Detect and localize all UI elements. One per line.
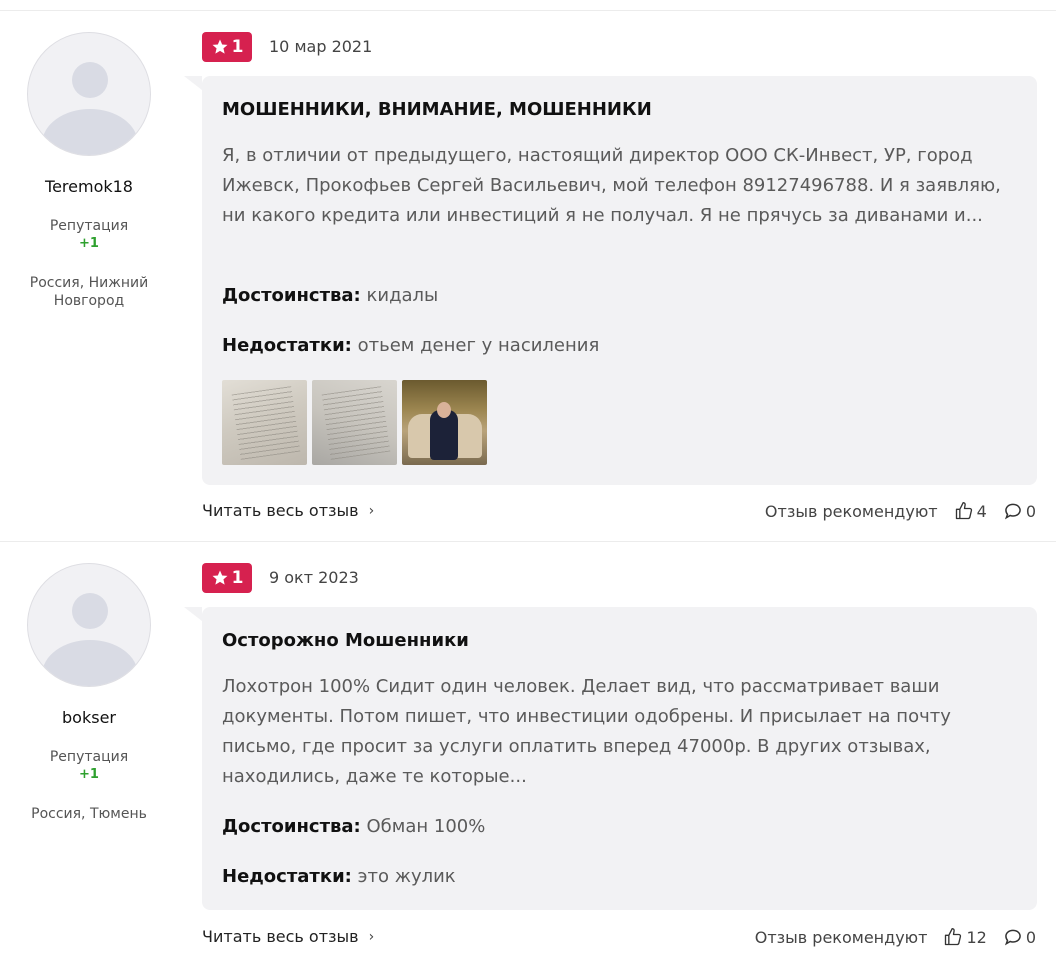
photo-gallery [222, 380, 487, 465]
pros-value: Обман 100% [366, 816, 486, 837]
review-cons: Недостатки: это жулик [222, 866, 456, 887]
read-more-label: Читать весь отзыв [202, 501, 359, 520]
recommend-label: Отзыв рекомендуют [754, 927, 928, 947]
review-divider [0, 541, 1056, 542]
cons-label: Недостатки: [222, 866, 352, 887]
comment-count: 0 [1025, 501, 1036, 521]
user-location: Россия, Тюмень [31, 806, 147, 822]
reputation-value: +1 [79, 767, 99, 782]
chevron-right-icon: › [368, 502, 375, 519]
review-date: 10 мар 2021 [269, 37, 373, 56]
review-cons: Недостатки: отьем денег у насиления [222, 335, 599, 356]
pros-label: Достоинства: [222, 816, 361, 837]
user-location: Россия, Нижний Новгород [29, 275, 149, 309]
rating-badge: 1 [202, 32, 252, 62]
reputation-value: +1 [79, 236, 99, 251]
read-more-label: Читать весь отзыв [202, 927, 359, 946]
recommend-label: Отзыв рекомендуют [764, 501, 938, 521]
rating-badge: 1 [202, 563, 252, 593]
avatar[interactable] [27, 32, 151, 156]
username[interactable]: Teremok18 [0, 177, 178, 196]
comment-icon [1004, 929, 1021, 946]
review-stats: Отзыв рекомендуют 12 0 [755, 927, 1036, 947]
review-text: Я, в отличии от предыдущего, настоящий д… [222, 145, 1001, 226]
read-full-review-link[interactable]: Читать весь отзыв › [202, 927, 374, 946]
photo-thumbnail[interactable] [222, 380, 307, 465]
review-title[interactable]: МОШЕННИКИ, ВНИМАНИЕ, МОШЕННИКИ [222, 99, 652, 120]
like-button[interactable]: 12 [943, 927, 987, 947]
reputation-label: Репутация [49, 218, 129, 234]
reputation-label: Репутация [49, 749, 129, 765]
username[interactable]: bokser [0, 708, 178, 727]
review-pros: Достоинства: Обман 100% [222, 816, 485, 837]
review-pros: Достоинства: кидалы [222, 285, 438, 306]
cons-value: отьем денег у насиления [357, 335, 600, 356]
photo-thumbnail[interactable] [312, 380, 397, 465]
like-button[interactable]: 4 [954, 501, 987, 521]
like-count: 12 [966, 927, 987, 947]
review-card: bokser Репутация +1 Россия, Тюмень 1 9 о… [0, 563, 1056, 963]
top-divider [0, 10, 1056, 11]
star-icon [212, 39, 228, 54]
comment-button[interactable]: 0 [1003, 501, 1036, 521]
pros-label: Достоинства: [222, 285, 361, 306]
review-body: Осторожно Мошенники Лохотрон 100% Сидит … [184, 607, 1037, 910]
comment-button[interactable]: 0 [1003, 927, 1036, 947]
chevron-right-icon: › [368, 928, 375, 945]
review-date: 9 окт 2023 [269, 568, 359, 587]
review-title[interactable]: Осторожно Мошенники [222, 630, 469, 651]
thumbs-up-icon [945, 928, 962, 946]
read-full-review-link[interactable]: Читать весь отзыв › [202, 501, 374, 520]
review-card: Teremok18 Репутация +1 Россия, Нижний Но… [0, 32, 1056, 532]
avatar[interactable] [27, 563, 151, 687]
star-icon [212, 570, 228, 585]
rating-value: 1 [231, 37, 244, 57]
photo-thumbnail[interactable] [402, 380, 487, 465]
cons-label: Недостатки: [222, 335, 352, 356]
comment-count: 0 [1025, 927, 1036, 947]
cons-value: это жулик [357, 866, 456, 887]
review-text: Лохотрон 100% Сидит один человек. Делает… [222, 676, 951, 787]
like-count: 4 [976, 501, 987, 521]
rating-value: 1 [231, 568, 244, 588]
comment-icon [1004, 503, 1021, 520]
thumbs-up-icon [955, 502, 972, 520]
pros-value: кидалы [366, 285, 439, 306]
review-stats: Отзыв рекомендуют 4 0 [765, 501, 1036, 521]
review-body: МОШЕННИКИ, ВНИМАНИЕ, МОШЕННИКИ Я, в отли… [184, 76, 1037, 485]
